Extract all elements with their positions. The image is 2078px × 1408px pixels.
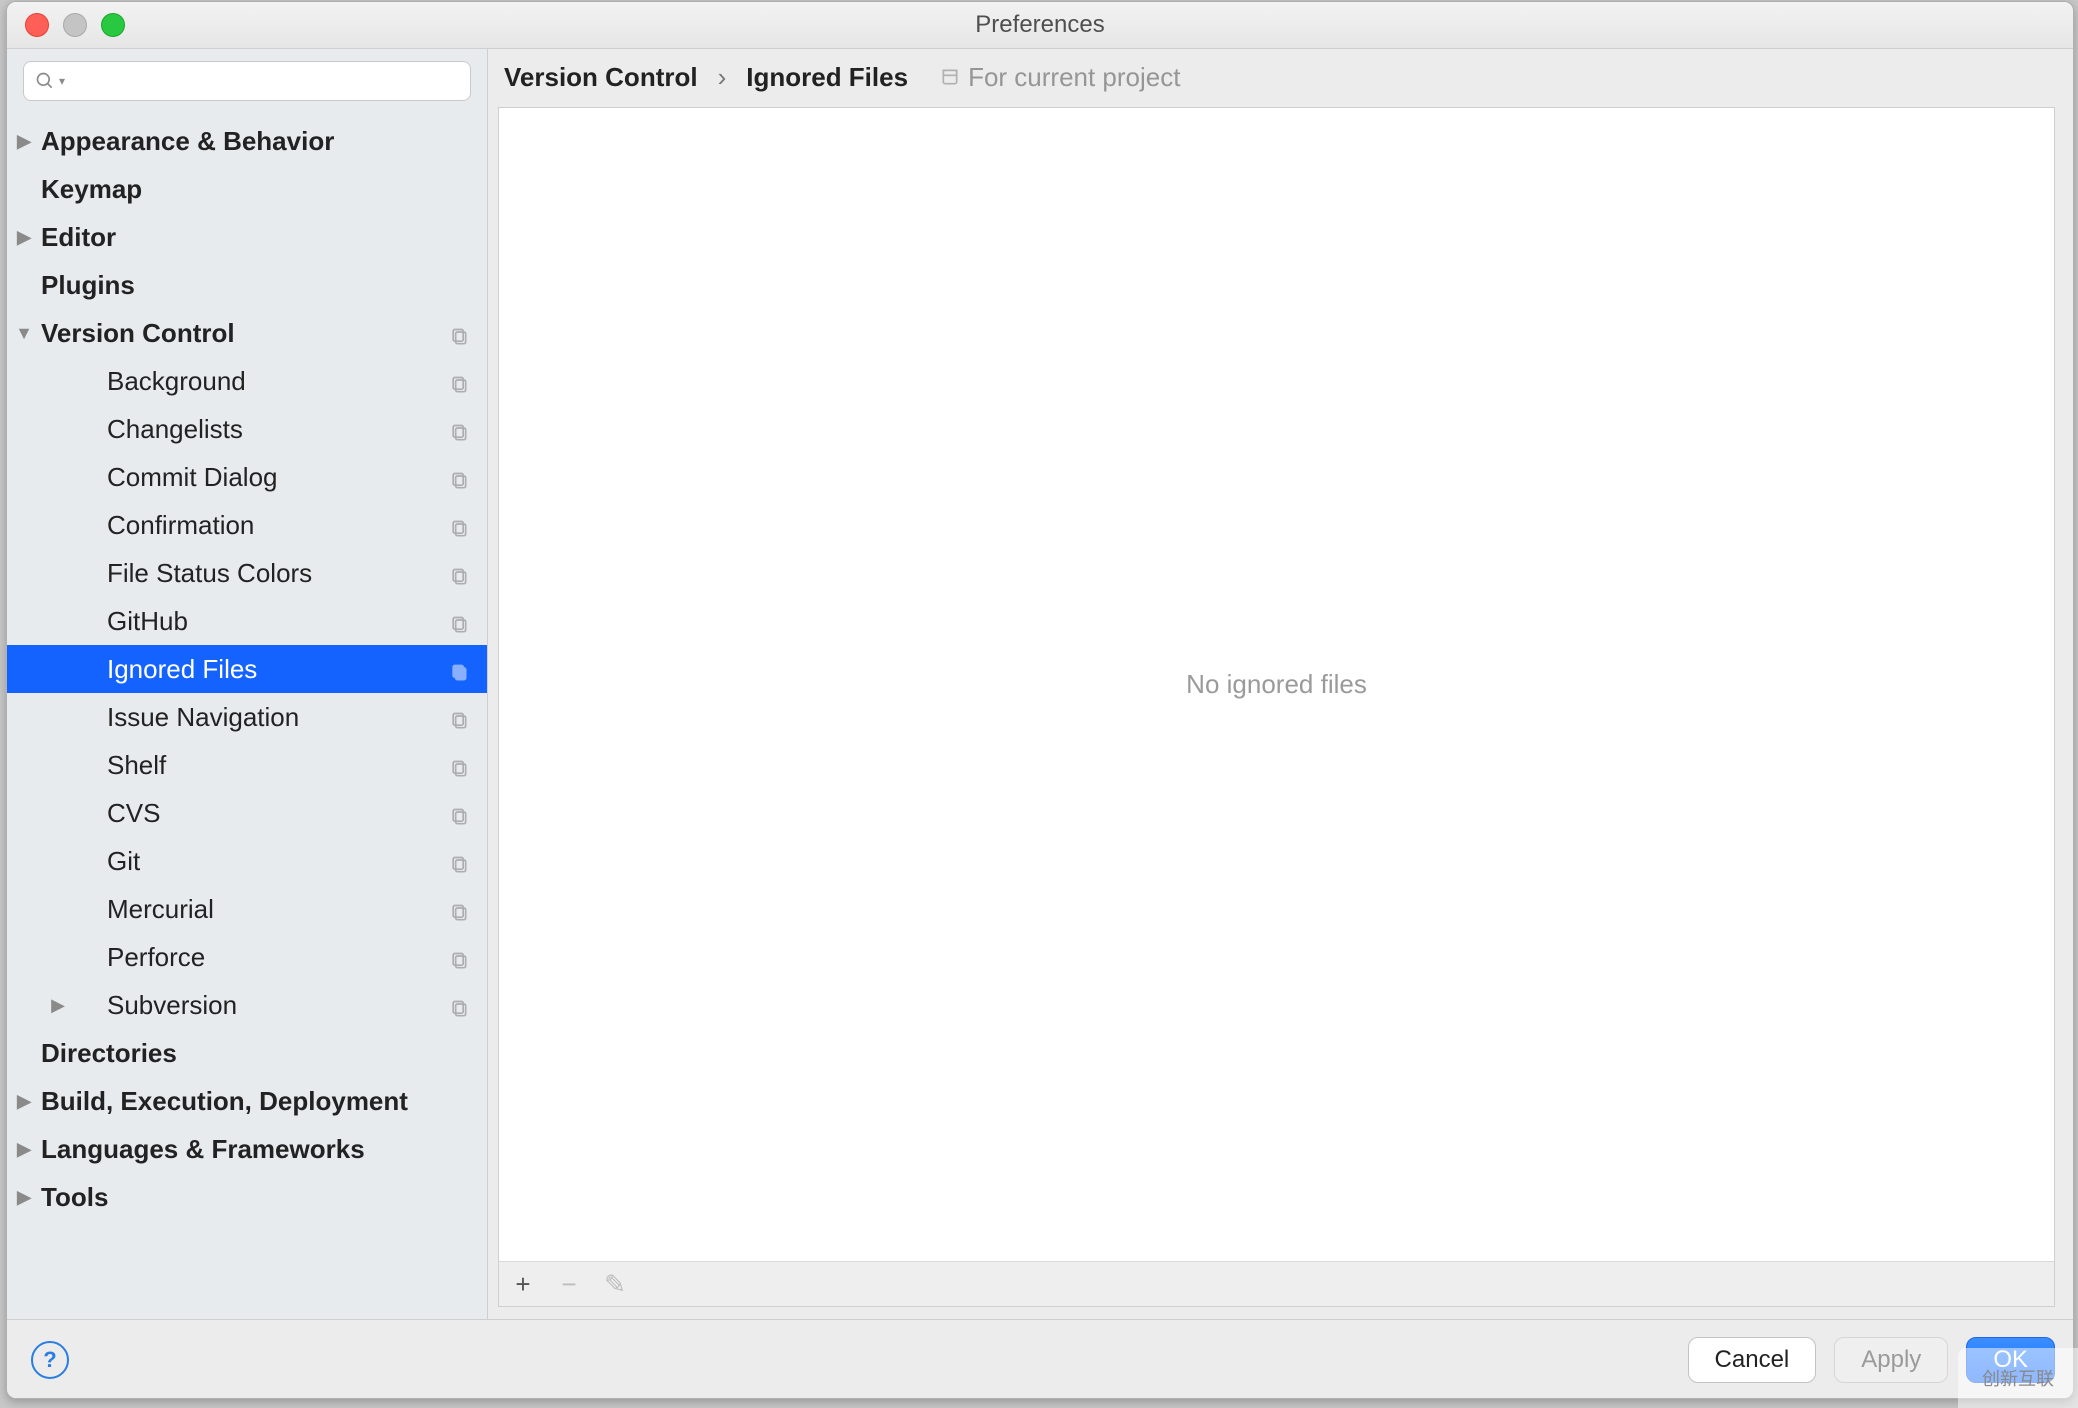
sidebar-item-label: Directories: [41, 1038, 487, 1069]
sidebar-item-directories[interactable]: Directories: [7, 1029, 487, 1077]
sidebar-item-label: CVS: [107, 798, 487, 829]
project-scope-icon: [449, 707, 469, 727]
sidebar-item-version-control[interactable]: ▼Version Control: [7, 309, 487, 357]
edit-button[interactable]: ✎: [601, 1270, 629, 1298]
sidebar-item-github[interactable]: GitHub: [7, 597, 487, 645]
project-scope-icon: [449, 947, 469, 967]
sidebar-item-label: Version Control: [41, 318, 487, 349]
add-button[interactable]: +: [509, 1270, 537, 1298]
sidebar: ▾ ▶Appearance & BehaviorKeymap▶EditorPlu…: [7, 49, 488, 1319]
dialog-footer: ? Cancel Apply OK: [7, 1319, 2073, 1399]
sidebar-item-label: Languages & Frameworks: [41, 1134, 487, 1165]
sidebar-item-issue-navigation[interactable]: Issue Navigation: [7, 693, 487, 741]
sidebar-item-confirmation[interactable]: Confirmation: [7, 501, 487, 549]
sidebar-item-appearance-behavior[interactable]: ▶Appearance & Behavior: [7, 117, 487, 165]
chevron-right-icon[interactable]: ▶: [7, 227, 41, 248]
project-scope-icon: [449, 563, 469, 583]
sidebar-item-build-execution-deployment[interactable]: ▶Build, Execution, Deployment: [7, 1077, 487, 1125]
sidebar-item-changelists[interactable]: Changelists: [7, 405, 487, 453]
sidebar-item-commit-dialog[interactable]: Commit Dialog: [7, 453, 487, 501]
project-scope-icon: [449, 755, 469, 775]
project-scope-icon: [449, 467, 469, 487]
sidebar-item-keymap[interactable]: Keymap: [7, 165, 487, 213]
sidebar-item-label: Shelf: [107, 750, 487, 781]
sidebar-item-label: Subversion: [107, 990, 487, 1021]
breadcrumb-part-2: Ignored Files: [746, 62, 908, 93]
project-scope-icon: [449, 659, 469, 679]
breadcrumb-separator: ›: [718, 62, 727, 93]
sidebar-item-label: Issue Navigation: [107, 702, 487, 733]
sidebar-item-label: Commit Dialog: [107, 462, 487, 493]
sidebar-item-mercurial[interactable]: Mercurial: [7, 885, 487, 933]
chevron-down-icon[interactable]: ▼: [7, 323, 41, 344]
sidebar-item-background[interactable]: Background: [7, 357, 487, 405]
settings-tree[interactable]: ▶Appearance & BehaviorKeymap▶EditorPlugi…: [7, 113, 487, 1319]
search-input[interactable]: [23, 61, 471, 101]
panel-toolbar: + − ✎: [499, 1261, 2054, 1306]
project-scope-icon: [449, 995, 469, 1015]
sidebar-item-label: GitHub: [107, 606, 487, 637]
breadcrumb-part-1[interactable]: Version Control: [504, 62, 698, 93]
sidebar-item-languages-frameworks[interactable]: ▶Languages & Frameworks: [7, 1125, 487, 1173]
project-scope-icon: [449, 419, 469, 439]
sidebar-item-subversion[interactable]: ▶ Subversion: [7, 981, 487, 1029]
ignored-files-panel: No ignored files + − ✎: [498, 107, 2055, 1307]
sidebar-item-label: Appearance & Behavior: [41, 126, 487, 157]
remove-button[interactable]: −: [555, 1270, 583, 1298]
sidebar-item-label: Plugins: [41, 270, 487, 301]
search-dropdown-icon[interactable]: ▾: [59, 74, 65, 88]
sidebar-item-shelf[interactable]: Shelf: [7, 741, 487, 789]
project-scope-icon: [449, 899, 469, 919]
titlebar: Preferences: [7, 2, 2073, 49]
project-scope-icon: [449, 803, 469, 823]
sidebar-item-editor[interactable]: ▶Editor: [7, 213, 487, 261]
sidebar-item-git[interactable]: Git: [7, 837, 487, 885]
sidebar-item-label: Confirmation: [107, 510, 487, 541]
help-button[interactable]: ?: [31, 1341, 69, 1379]
empty-state-text: No ignored files: [499, 108, 2054, 1261]
project-scope-icon: [449, 515, 469, 535]
sidebar-item-ignored-files[interactable]: Ignored Files: [7, 645, 487, 693]
sidebar-item-label: Perforce: [107, 942, 487, 973]
chevron-right-icon[interactable]: ▶: [7, 131, 41, 152]
search-field[interactable]: ▾: [23, 61, 471, 101]
watermark: 创新互联: [1958, 1348, 2078, 1408]
chevron-right-icon[interactable]: ▶: [7, 1187, 41, 1208]
preferences-window: Preferences ▾ ▶Appearance & BehaviorKeym…: [6, 1, 2074, 1399]
sidebar-item-perforce[interactable]: Perforce: [7, 933, 487, 981]
chevron-right-icon[interactable]: ▶: [7, 1139, 41, 1160]
breadcrumb: Version Control › Ignored Files For curr…: [488, 49, 2073, 105]
sidebar-item-cvs[interactable]: CVS: [7, 789, 487, 837]
apply-button[interactable]: Apply: [1834, 1337, 1948, 1383]
project-scope-icon: [449, 371, 469, 391]
sidebar-item-plugins[interactable]: Plugins: [7, 261, 487, 309]
chevron-right-icon[interactable]: ▶: [41, 995, 75, 1016]
sidebar-item-label: Editor: [41, 222, 487, 253]
sidebar-item-label: Ignored Files: [107, 654, 487, 685]
window-title: Preferences: [7, 11, 2073, 39]
content-area: Version Control › Ignored Files For curr…: [488, 49, 2073, 1319]
scope-label: For current project: [940, 62, 1180, 93]
sidebar-item-label: Mercurial: [107, 894, 487, 925]
search-icon: [35, 71, 55, 91]
project-scope-icon: [449, 851, 469, 871]
sidebar-item-label: Git: [107, 846, 487, 877]
chevron-right-icon[interactable]: ▶: [7, 1091, 41, 1112]
scope-text: For current project: [968, 62, 1180, 93]
project-scope-icon: [449, 611, 469, 631]
sidebar-item-label: Tools: [41, 1182, 487, 1213]
sidebar-item-file-status-colors[interactable]: File Status Colors: [7, 549, 487, 597]
cancel-button[interactable]: Cancel: [1688, 1337, 1817, 1383]
sidebar-item-label: Keymap: [41, 174, 487, 205]
sidebar-item-label: Changelists: [107, 414, 487, 445]
sidebar-item-tools[interactable]: ▶Tools: [7, 1173, 487, 1221]
sidebar-item-label: File Status Colors: [107, 558, 487, 589]
project-scope-icon: [449, 323, 469, 343]
sidebar-item-label: Build, Execution, Deployment: [41, 1086, 487, 1117]
project-icon: [940, 67, 960, 87]
sidebar-item-label: Background: [107, 366, 487, 397]
